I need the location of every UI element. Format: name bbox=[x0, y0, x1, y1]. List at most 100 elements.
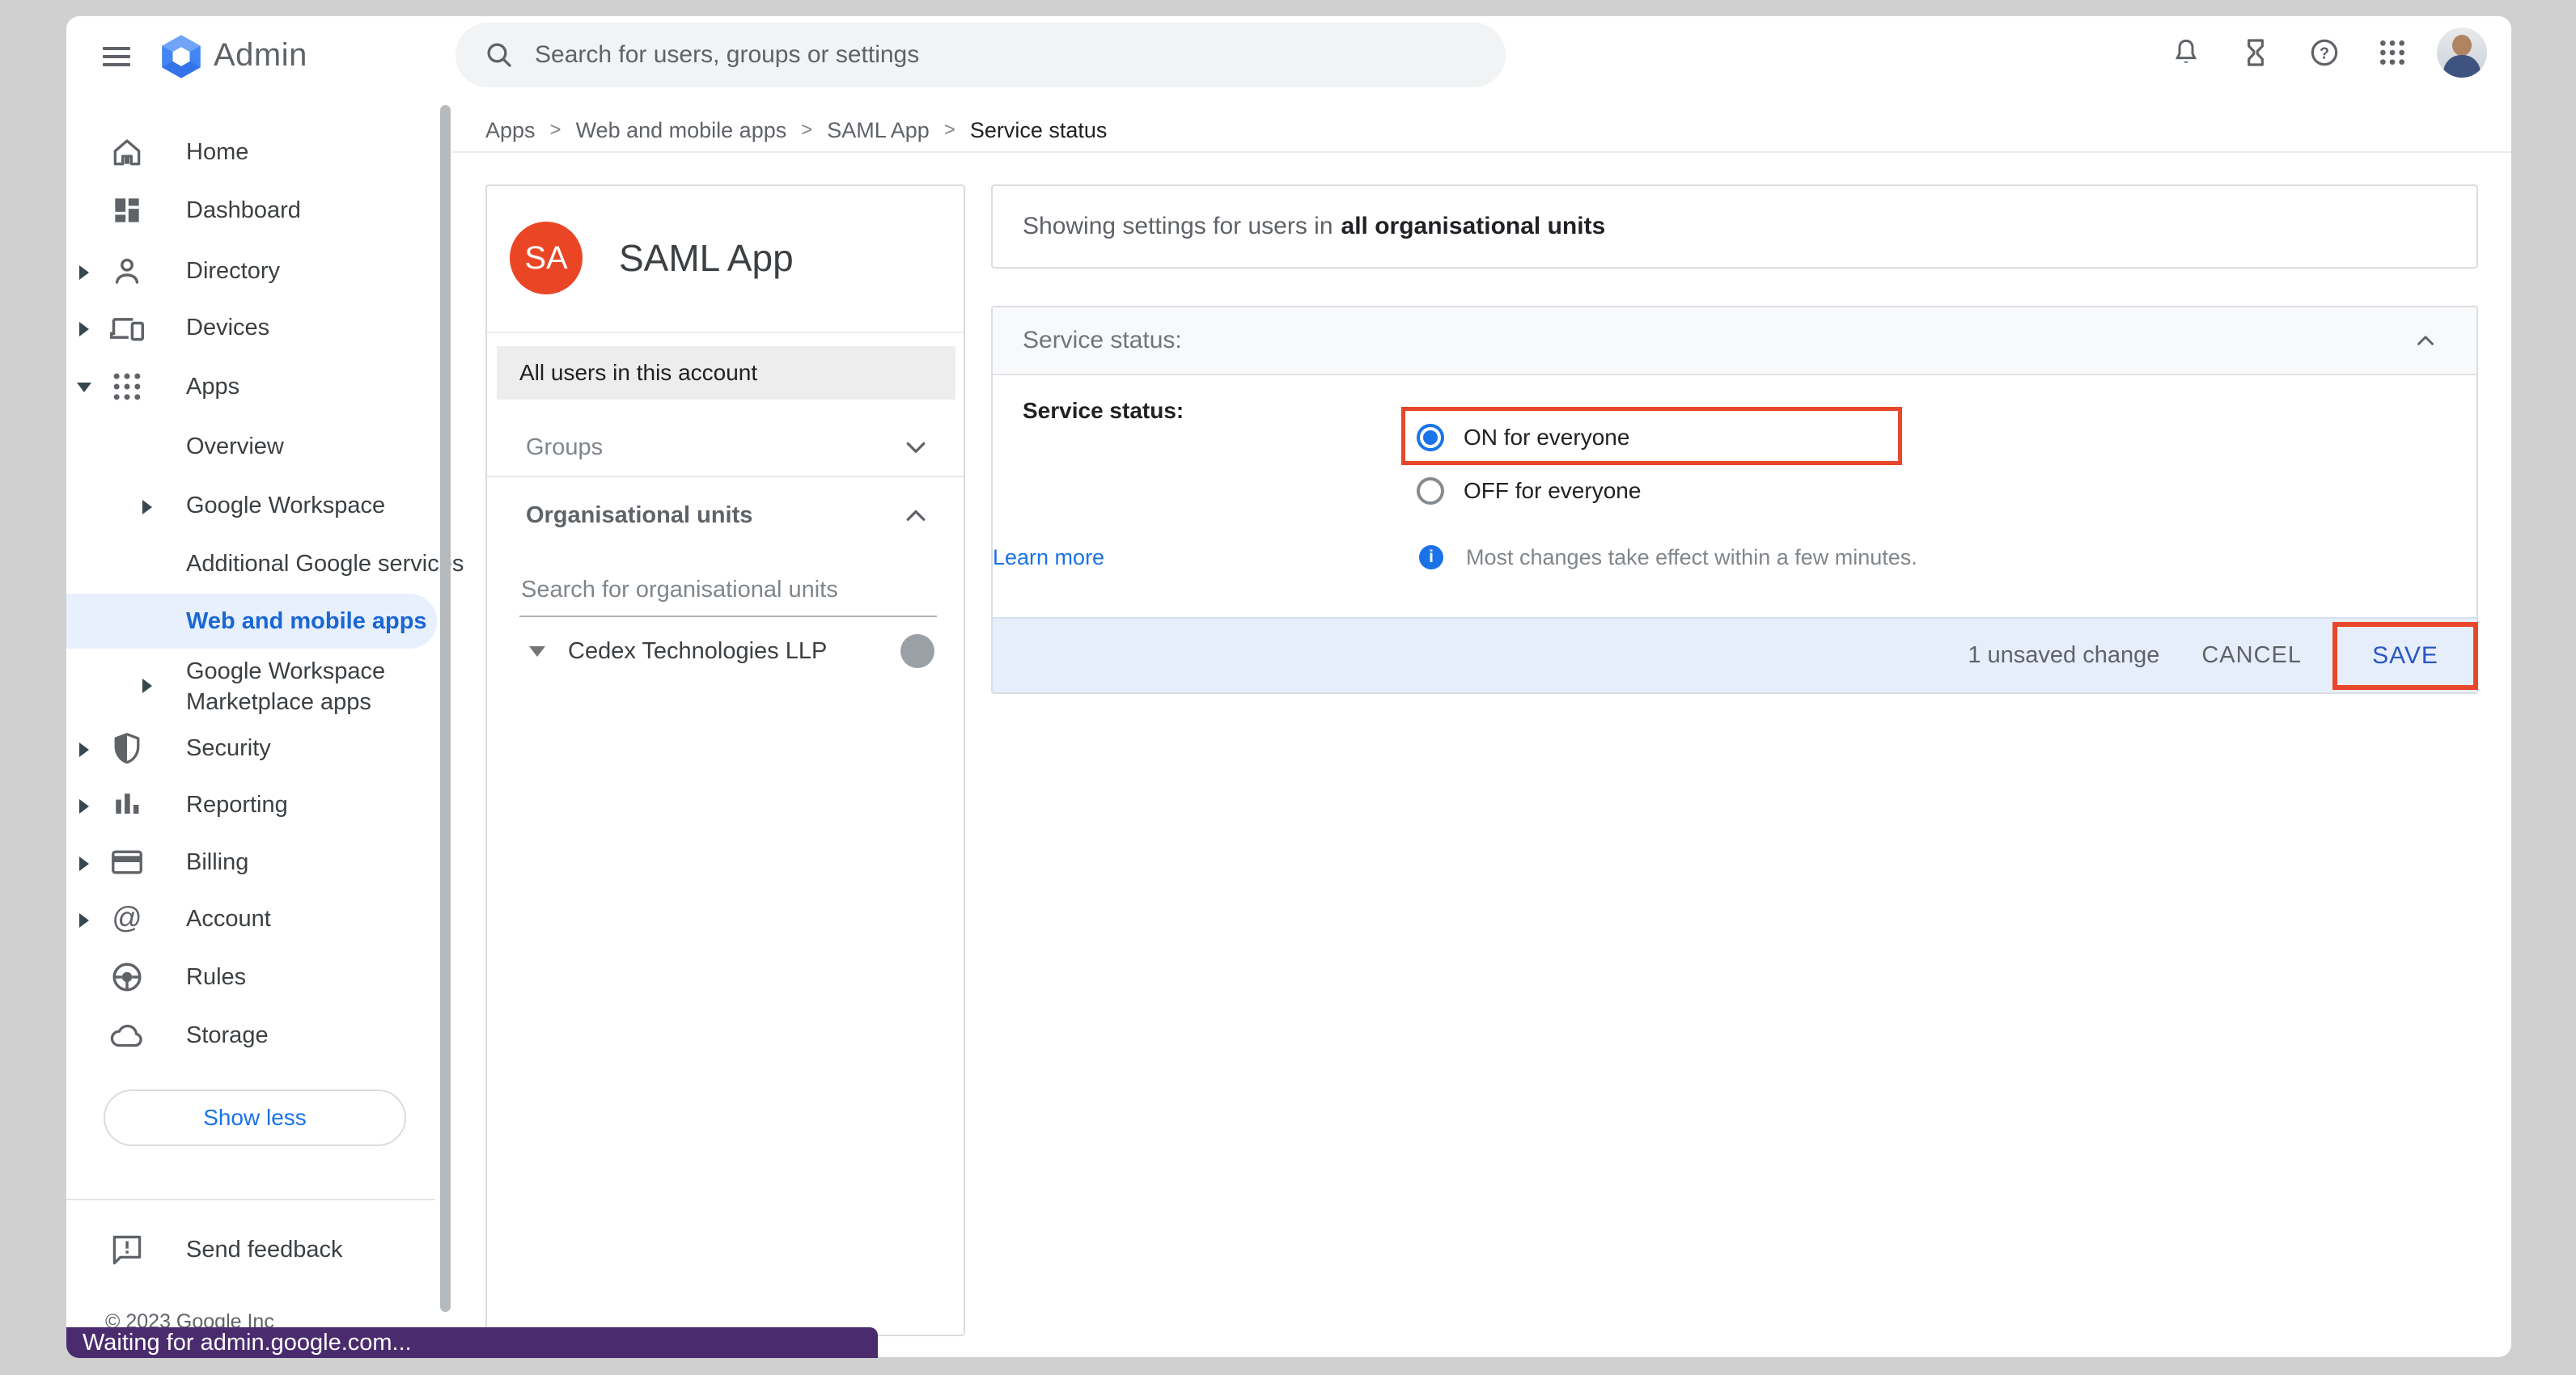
org-unit-search-input[interactable] bbox=[519, 564, 937, 617]
help-icon[interactable]: ? bbox=[2308, 36, 2341, 69]
global-search-bar[interactable] bbox=[455, 23, 1506, 87]
radio-on-label[interactable]: ON for everyone bbox=[1464, 424, 1629, 451]
expand-arrow-icon[interactable] bbox=[79, 265, 89, 280]
sidebar-scrollbar[interactable] bbox=[440, 105, 451, 1312]
expand-arrow-icon[interactable] bbox=[142, 679, 152, 693]
svg-text:@: @ bbox=[112, 901, 142, 934]
expand-arrow-icon[interactable] bbox=[79, 799, 89, 814]
sidebar-item-devices[interactable]: Devices bbox=[66, 302, 437, 353]
product-title: Admin bbox=[214, 37, 307, 74]
sidebar-item-rules[interactable]: Rules bbox=[66, 951, 437, 1003]
steering-wheel-icon bbox=[109, 959, 145, 995]
at-sign-icon: @ bbox=[109, 901, 145, 937]
sidebar-item-billing[interactable]: Billing bbox=[66, 836, 437, 888]
breadcrumb-current-page: Service status bbox=[970, 118, 1108, 143]
unsaved-changes-bar: 1 unsaved change CANCEL SAVE bbox=[993, 617, 2476, 692]
search-input[interactable] bbox=[533, 40, 1506, 70]
info-text: Most changes take effect within a few mi… bbox=[1466, 545, 1917, 569]
dashboard-icon bbox=[109, 192, 145, 228]
expand-arrow-icon[interactable] bbox=[79, 322, 89, 336]
org-units-section-toggle[interactable]: Organisational units bbox=[487, 489, 964, 541]
cancel-button[interactable]: CANCEL bbox=[2201, 642, 2302, 669]
learn-more-link[interactable]: Learn more bbox=[993, 545, 1104, 569]
breadcrumb-item-saml-app[interactable]: SAML App bbox=[827, 118, 930, 143]
expand-arrow-icon[interactable] bbox=[79, 857, 89, 871]
account-avatar[interactable] bbox=[2437, 28, 2487, 78]
hourglass-tasks-icon[interactable] bbox=[2239, 36, 2272, 69]
panel-divider bbox=[487, 476, 964, 477]
credit-card-icon bbox=[109, 844, 145, 880]
org-units-label: Organisational units bbox=[526, 489, 752, 541]
person-icon bbox=[109, 253, 145, 289]
sidebar-item-google-workspace[interactable]: Google Workspace bbox=[66, 480, 437, 531]
sidebar-item-google-workspace-marketplace-apps[interactable]: Google Workspace Marketplace apps bbox=[66, 646, 437, 724]
service-status-section-header[interactable]: Service status: bbox=[993, 307, 2476, 375]
sidebar-item-reporting[interactable]: Reporting bbox=[66, 779, 437, 831]
sidebar-item-label: Security bbox=[186, 722, 271, 774]
collapse-arrow-icon[interactable] bbox=[77, 383, 91, 392]
expand-arrow-icon[interactable] bbox=[79, 913, 89, 928]
sidebar-item-label: Account bbox=[186, 893, 271, 945]
notifications-bell-icon[interactable] bbox=[2170, 36, 2202, 69]
bar-chart-icon bbox=[109, 787, 145, 823]
browser-status-bubble: Waiting for admin.google.com... bbox=[66, 1327, 878, 1358]
info-icon: i bbox=[1419, 545, 1443, 569]
sidebar-item-label: Storage bbox=[186, 1009, 269, 1061]
org-unit-search-field[interactable] bbox=[519, 564, 934, 614]
sidebar-item-label: Devices bbox=[186, 302, 269, 353]
sidebar-item-additional-google-services[interactable]: Additional Google services bbox=[66, 538, 437, 590]
sidebar-item-web-and-mobile-apps[interactable]: Web and mobile apps bbox=[66, 594, 437, 649]
sidebar-item-overview[interactable]: Overview bbox=[66, 421, 437, 472]
sidebar-item-home[interactable]: Home bbox=[66, 126, 437, 178]
svg-text:?: ? bbox=[2320, 44, 2329, 62]
sidebar-item-directory[interactable]: Directory bbox=[66, 245, 437, 297]
radio-off-for-everyone[interactable] bbox=[1417, 477, 1444, 505]
google-apps-grid-icon[interactable] bbox=[2376, 36, 2409, 69]
radio-on-for-everyone[interactable] bbox=[1417, 424, 1444, 451]
show-less-button[interactable]: Show less bbox=[104, 1089, 406, 1146]
breadcrumb-item-web-and-mobile-apps[interactable]: Web and mobile apps bbox=[576, 118, 787, 143]
sidebar-item-label: Google Workspace Marketplace apps bbox=[186, 656, 421, 717]
tree-expand-caret-icon[interactable] bbox=[529, 646, 545, 657]
sidebar-item-label: Home bbox=[186, 126, 248, 178]
sidebar-item-label: Apps bbox=[186, 361, 239, 412]
chevron-down-icon bbox=[901, 433, 930, 462]
sidebar-item-label: Additional Google services bbox=[186, 538, 464, 590]
app-title: SAML App bbox=[619, 236, 794, 280]
sidebar-item-dashboard[interactable]: Dashboard bbox=[66, 184, 437, 236]
expand-arrow-icon[interactable] bbox=[79, 742, 89, 757]
unsaved-count-text: 1 unsaved change bbox=[1968, 642, 2159, 669]
scope-note-strong: all organisational units bbox=[1341, 213, 1606, 240]
sidebar-divider bbox=[66, 1199, 435, 1200]
service-status-card: Service status: Service status: ON for e… bbox=[991, 306, 2478, 694]
all-users-scope-item[interactable]: All users in this account bbox=[497, 346, 955, 400]
collapse-section-icon[interactable] bbox=[2412, 327, 2439, 354]
section-title: Service status: bbox=[1023, 307, 1182, 374]
groups-section-toggle[interactable]: Groups bbox=[487, 421, 964, 473]
sidebar-item-account[interactable]: @ Account bbox=[66, 893, 437, 945]
sidebar-item-security[interactable]: Security bbox=[66, 722, 437, 774]
app-detail-panel: SA SAML App All users in this account Gr… bbox=[485, 184, 965, 1336]
avatar-body-shape bbox=[2443, 55, 2481, 78]
feedback-icon bbox=[109, 1232, 145, 1267]
home-icon bbox=[109, 134, 145, 170]
google-admin-logo-icon bbox=[160, 34, 202, 79]
sidebar-item-storage[interactable]: Storage bbox=[66, 1009, 437, 1061]
app-header: SA SAML App bbox=[487, 186, 964, 333]
expand-arrow-icon[interactable] bbox=[142, 500, 152, 514]
save-button[interactable]: SAVE bbox=[2372, 642, 2438, 670]
cloud-icon bbox=[109, 1018, 145, 1053]
annotation-highlight-box: SAVE bbox=[2332, 622, 2478, 690]
send-feedback-button[interactable]: Send feedback bbox=[66, 1224, 437, 1276]
menu-hamburger-icon[interactable] bbox=[103, 47, 130, 66]
search-icon bbox=[483, 39, 515, 71]
radio-off-label[interactable]: OFF for everyone bbox=[1464, 477, 1641, 505]
sidebar-item-label: Dashboard bbox=[186, 184, 301, 236]
breadcrumb-item-apps[interactable]: Apps bbox=[485, 118, 536, 143]
sidebar-item-label: Rules bbox=[186, 951, 246, 1003]
org-unit-tree-item[interactable]: Cedex Technologies LLP bbox=[487, 625, 964, 677]
org-unit-status-dot bbox=[900, 634, 934, 668]
sidebar-item-label: Reporting bbox=[186, 779, 288, 831]
apps-grid-icon bbox=[109, 369, 145, 404]
sidebar-item-apps[interactable]: Apps bbox=[66, 361, 437, 412]
